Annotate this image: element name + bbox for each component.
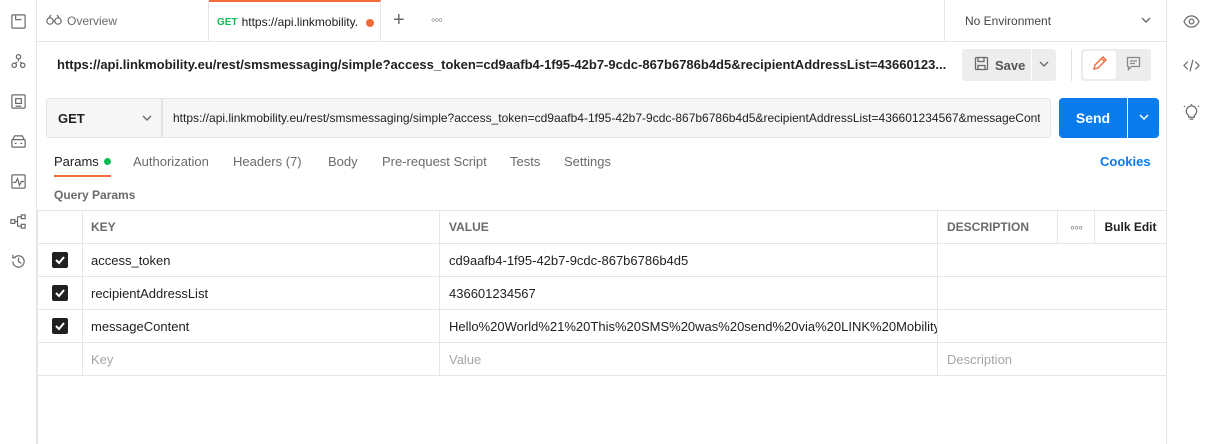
checkbox-cell xyxy=(37,277,83,309)
tab-body[interactable]: Body xyxy=(328,146,358,177)
mode-toggle xyxy=(1081,49,1151,81)
left-sidebar xyxy=(0,0,37,444)
pencil-icon xyxy=(1092,56,1107,74)
method-select[interactable]: GET xyxy=(46,98,162,138)
send-button[interactable]: Send xyxy=(1059,98,1127,138)
environments-icon[interactable] xyxy=(9,132,27,150)
tab-params[interactable]: Params xyxy=(54,146,111,177)
documentation-mode-button[interactable] xyxy=(1118,51,1149,79)
query-params-table: KEY VALUE DESCRIPTION ◦◦◦ Bulk Edit acce… xyxy=(37,210,1166,444)
collections-icon[interactable] xyxy=(9,52,27,70)
new-icon[interactable] xyxy=(9,12,27,30)
new-key-input[interactable]: Key xyxy=(83,343,440,375)
more-tabs-icon[interactable]: ◦◦◦ xyxy=(431,12,443,27)
save-dropdown-button[interactable] xyxy=(1032,49,1056,81)
tab-settings[interactable]: Settings xyxy=(564,146,611,177)
param-description[interactable] xyxy=(938,244,1166,276)
param-description[interactable] xyxy=(938,310,1166,342)
save-icon xyxy=(974,56,995,74)
param-checkbox[interactable] xyxy=(51,318,68,334)
request-title-row: https://api.linkmobility.eu/rest/smsmess… xyxy=(37,42,1166,90)
param-description[interactable] xyxy=(938,277,1166,309)
chevron-down-icon xyxy=(1138,111,1150,126)
request-title[interactable]: https://api.linkmobility.eu/rest/smsmess… xyxy=(57,57,946,72)
right-sidebar xyxy=(1166,0,1214,444)
header-description: DESCRIPTION xyxy=(938,211,1058,243)
param-checkbox[interactable] xyxy=(51,252,68,268)
chevron-down-icon xyxy=(1140,14,1152,29)
tab-headers[interactable]: Headers (7) xyxy=(233,146,302,177)
cookies-link[interactable]: Cookies xyxy=(1100,154,1151,169)
param-key[interactable]: messageContent xyxy=(83,310,440,342)
new-value-input[interactable]: Value xyxy=(440,343,938,375)
send-dropdown-button[interactable] xyxy=(1128,98,1159,138)
params-active-dot xyxy=(103,158,111,165)
param-checkbox[interactable] xyxy=(51,285,68,301)
header-key: KEY xyxy=(83,211,440,243)
table-row: messageContent Hello%20World%21%20This%2… xyxy=(37,310,1166,343)
new-tab-icon[interactable]: + xyxy=(393,10,405,30)
query-params-label: Query Params xyxy=(54,188,136,202)
tab-tests[interactable]: Tests xyxy=(510,146,540,177)
tab-authorization[interactable]: Authorization xyxy=(133,146,209,177)
method-label: GET xyxy=(58,110,85,126)
code-icon[interactable] xyxy=(1182,56,1200,74)
url-input[interactable] xyxy=(162,98,1051,138)
table-row: access_token cd9aafb4-1f95-42b7-9cdc-867… xyxy=(37,244,1166,277)
checkbox-cell xyxy=(37,244,83,276)
overview-icon xyxy=(46,14,67,29)
tab-overview-label: Overview xyxy=(67,14,118,28)
param-value[interactable]: Hello%20World%21%20This%20SMS%20was%20se… xyxy=(440,310,938,342)
table-row-new: Key Value Description xyxy=(37,343,1166,376)
table-header-row: KEY VALUE DESCRIPTION ◦◦◦ Bulk Edit xyxy=(37,211,1166,244)
checkbox-cell xyxy=(37,343,83,375)
param-value[interactable]: 436601234567 xyxy=(440,277,938,309)
chevron-down-icon xyxy=(141,112,153,127)
bulk-edit-button[interactable]: Bulk Edit xyxy=(1095,211,1166,243)
unsaved-dot xyxy=(366,19,374,27)
environment-label: No Environment xyxy=(965,14,1052,28)
more-options-icon[interactable]: ◦◦◦ xyxy=(1058,211,1095,243)
divider xyxy=(1071,49,1072,81)
comment-icon xyxy=(1126,56,1141,74)
apis-icon[interactable] xyxy=(9,92,27,110)
param-value[interactable]: cd9aafb4-1f95-42b7-9cdc-867b6786b4d5 xyxy=(440,244,938,276)
header-check-cell xyxy=(37,211,83,243)
header-value: VALUE xyxy=(440,211,938,243)
param-key[interactable]: access_token xyxy=(83,244,440,276)
chevron-down-icon xyxy=(1038,58,1050,73)
save-label: Save xyxy=(995,57,1026,73)
tab-request[interactable]: GET https://api.linkmobility. xyxy=(209,0,381,42)
new-description-input[interactable]: Description xyxy=(938,343,1166,375)
lightbulb-icon[interactable] xyxy=(1182,103,1200,121)
tab-params-label: Params xyxy=(54,154,99,169)
monitors-icon[interactable] xyxy=(9,172,27,190)
tab-overview[interactable]: Overview xyxy=(37,0,209,42)
save-button[interactable]: Save xyxy=(962,49,1031,81)
tab-request-method: GET xyxy=(217,16,238,28)
tab-bar: Overview GET https://api.linkmobility. +… xyxy=(37,0,1166,42)
flows-icon[interactable] xyxy=(9,212,27,230)
tab-request-label: https://api.linkmobility. xyxy=(241,15,359,29)
environment-select[interactable]: No Environment xyxy=(944,0,1166,42)
eye-icon[interactable] xyxy=(1182,12,1200,30)
tab-pre-request-script[interactable]: Pre-request Script xyxy=(382,146,487,177)
edit-mode-button[interactable] xyxy=(1083,51,1116,79)
checkbox-cell xyxy=(37,310,83,342)
history-icon[interactable] xyxy=(9,252,27,270)
table-row: recipientAddressList 436601234567 xyxy=(37,277,1166,310)
param-key[interactable]: recipientAddressList xyxy=(83,277,440,309)
